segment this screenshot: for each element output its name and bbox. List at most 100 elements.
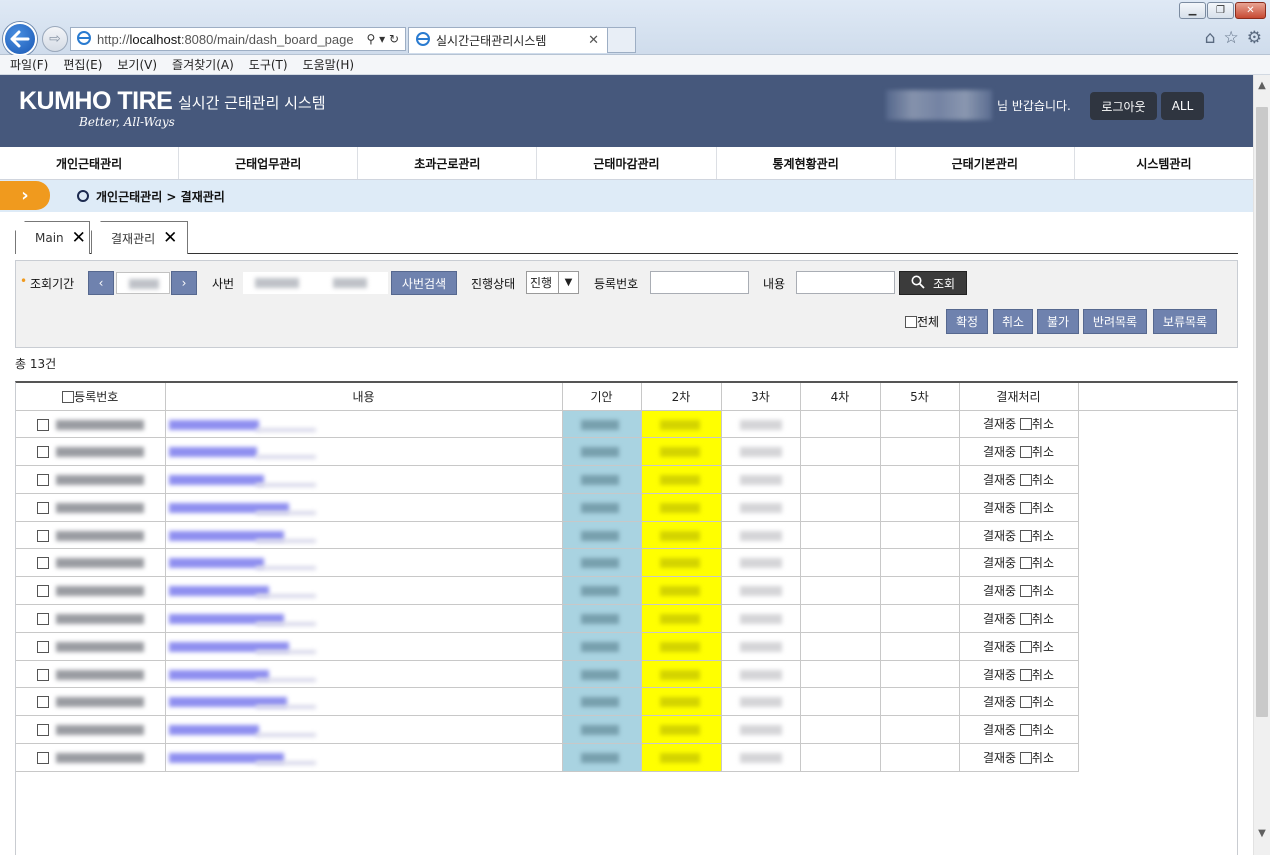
cancel-button[interactable]: 취소 <box>993 309 1033 334</box>
emp-field[interactable] <box>243 272 388 294</box>
search-icon[interactable]: ⚲ ▾ ↻ <box>367 32 400 46</box>
menu-edit[interactable]: 편집(E) <box>63 56 102 73</box>
table-row[interactable]: 결재중 취소 <box>16 687 1237 717</box>
row-checkbox[interactable] <box>37 529 49 542</box>
nav-item-system[interactable]: 시스템관리 <box>1075 147 1253 179</box>
close-tab-approval-icon[interactable]: ✕ <box>163 228 177 248</box>
cell-content[interactable] <box>165 632 563 661</box>
row-cancel-checkbox[interactable] <box>1019 501 1032 514</box>
row-checkbox[interactable] <box>37 668 49 681</box>
cell-content[interactable] <box>165 410 563 439</box>
pending-list-button[interactable]: 보류목록 <box>1153 309 1217 334</box>
table-row[interactable]: 결재중 취소 <box>16 521 1237 550</box>
table-row[interactable]: 결재중 취소 <box>16 660 1237 689</box>
table-row[interactable]: 결재중 취소 <box>16 493 1237 522</box>
row-checkbox[interactable] <box>37 696 49 709</box>
cell-content[interactable] <box>165 715 563 745</box>
period-next-button[interactable]: › <box>171 271 197 295</box>
row-cancel-checkbox[interactable] <box>1019 751 1032 764</box>
row-cancel-checkbox[interactable] <box>1019 473 1032 486</box>
row-cancel-checkbox[interactable] <box>1019 696 1032 709</box>
cell-content[interactable] <box>165 548 563 578</box>
row-cancel-checkbox[interactable] <box>1019 640 1032 653</box>
table-row[interactable]: 결재중 취소 <box>16 576 1237 606</box>
nav-item-personal[interactable]: 개인근태관리 <box>0 147 180 179</box>
confirm-button[interactable]: 확정 <box>946 309 988 334</box>
menu-tools[interactable]: 도구(T) <box>249 56 288 73</box>
table-row[interactable]: 결재중 취소 <box>16 437 1237 467</box>
nav-item-overtime[interactable]: 초과근로관리 <box>358 147 538 179</box>
table-row[interactable]: 결재중 취소 <box>16 632 1237 661</box>
menu-view[interactable]: 보기(V) <box>117 56 157 73</box>
table-row[interactable]: 결재중 취소 <box>16 604 1237 633</box>
cell-content[interactable] <box>165 604 563 633</box>
nav-item-business[interactable]: 근태업무관리 <box>179 147 359 179</box>
cell-content[interactable] <box>165 521 563 550</box>
row-cancel-checkbox[interactable] <box>1019 418 1032 431</box>
row-checkbox[interactable] <box>37 501 49 514</box>
home-icon[interactable]: ⌂ <box>1205 28 1216 48</box>
settings-gear-icon[interactable]: ⚙ <box>1247 28 1262 48</box>
scroll-down-icon[interactable]: ▼ <box>1254 825 1270 841</box>
period-prev-button[interactable]: ‹ <box>88 271 114 295</box>
select-all-box[interactable] <box>905 316 917 328</box>
table-row[interactable]: 결재중 취소 <box>16 465 1237 494</box>
all-button[interactable]: ALL <box>1161 92 1204 120</box>
row-checkbox[interactable] <box>37 557 49 570</box>
new-tab-button[interactable] <box>608 27 636 53</box>
row-cancel-checkbox[interactable] <box>1019 585 1032 598</box>
kumho-logo[interactable]: KUMHO TIRE Better, All-Ways <box>19 87 175 129</box>
minimize-icon[interactable]: ▁ <box>1179 2 1206 19</box>
menu-favorites[interactable]: 즐겨찾기(A) <box>172 56 234 73</box>
row-checkbox[interactable] <box>37 724 49 737</box>
scroll-thumb[interactable] <box>1256 107 1268 717</box>
table-row[interactable]: 결재중 취소 <box>16 715 1237 745</box>
cell-content[interactable] <box>165 687 563 717</box>
cell-content[interactable] <box>165 576 563 606</box>
search-button[interactable]: 조회 <box>899 271 967 295</box>
menu-toggle-chevron-icon[interactable]: › <box>0 181 50 210</box>
restore-icon[interactable]: ❐ <box>1207 2 1234 19</box>
row-cancel-checkbox[interactable] <box>1019 668 1032 681</box>
header-checkbox[interactable] <box>62 390 75 403</box>
table-row[interactable]: 결재중 취소 <box>16 548 1237 578</box>
menu-help[interactable]: 도움말(H) <box>303 56 355 73</box>
nav-item-basic[interactable]: 근태기본관리 <box>896 147 1075 179</box>
cell-content[interactable] <box>165 743 563 772</box>
emp-search-button[interactable]: 사번검색 <box>391 271 457 295</box>
row-checkbox[interactable] <box>37 640 49 653</box>
status-select[interactable]: 진행 ▼ <box>526 271 579 294</box>
close-icon[interactable]: ✕ <box>1235 2 1266 19</box>
row-checkbox[interactable] <box>37 585 49 598</box>
close-tab-main-icon[interactable]: ✕ <box>72 228 86 248</box>
row-cancel-checkbox[interactable] <box>1019 612 1032 625</box>
browser-tab[interactable]: 실시간근태관리시스템 ✕ <box>408 27 608 53</box>
returned-list-button[interactable]: 반려목록 <box>1083 309 1147 334</box>
cell-content[interactable] <box>165 437 563 467</box>
tab-approval[interactable]: 결재관리 ✕ <box>91 221 188 254</box>
page-scrollbar[interactable]: ▲ ▼ <box>1253 75 1270 855</box>
scroll-up-icon[interactable]: ▲ <box>1254 77 1270 93</box>
nav-item-closing[interactable]: 근태마감관리 <box>537 147 717 179</box>
table-row[interactable]: 결재중 취소 <box>16 410 1237 439</box>
table-row[interactable]: 결재중 취소 <box>16 743 1237 772</box>
row-cancel-checkbox[interactable] <box>1019 529 1032 542</box>
favorites-star-icon[interactable]: ☆ <box>1224 28 1239 48</box>
row-checkbox[interactable] <box>37 752 49 765</box>
reject-button[interactable]: 불가 <box>1037 309 1079 334</box>
select-all-checkbox[interactable]: 전체 <box>905 313 939 330</box>
row-checkbox[interactable] <box>37 446 49 459</box>
cell-content[interactable] <box>165 465 563 494</box>
content-input[interactable] <box>796 271 895 294</box>
row-cancel-checkbox[interactable] <box>1019 446 1032 459</box>
forward-arrow-icon[interactable]: ⇨ <box>42 26 68 52</box>
cell-content[interactable] <box>165 660 563 689</box>
logout-button[interactable]: 로그아웃 <box>1090 92 1157 120</box>
close-tab-icon[interactable]: ✕ <box>588 33 599 48</box>
cell-content[interactable] <box>165 493 563 522</box>
row-checkbox[interactable] <box>37 613 49 626</box>
row-cancel-checkbox[interactable] <box>1019 557 1032 570</box>
menu-file[interactable]: 파일(F) <box>10 56 48 73</box>
back-arrow-icon[interactable] <box>3 22 37 56</box>
row-cancel-checkbox[interactable] <box>1019 724 1032 737</box>
